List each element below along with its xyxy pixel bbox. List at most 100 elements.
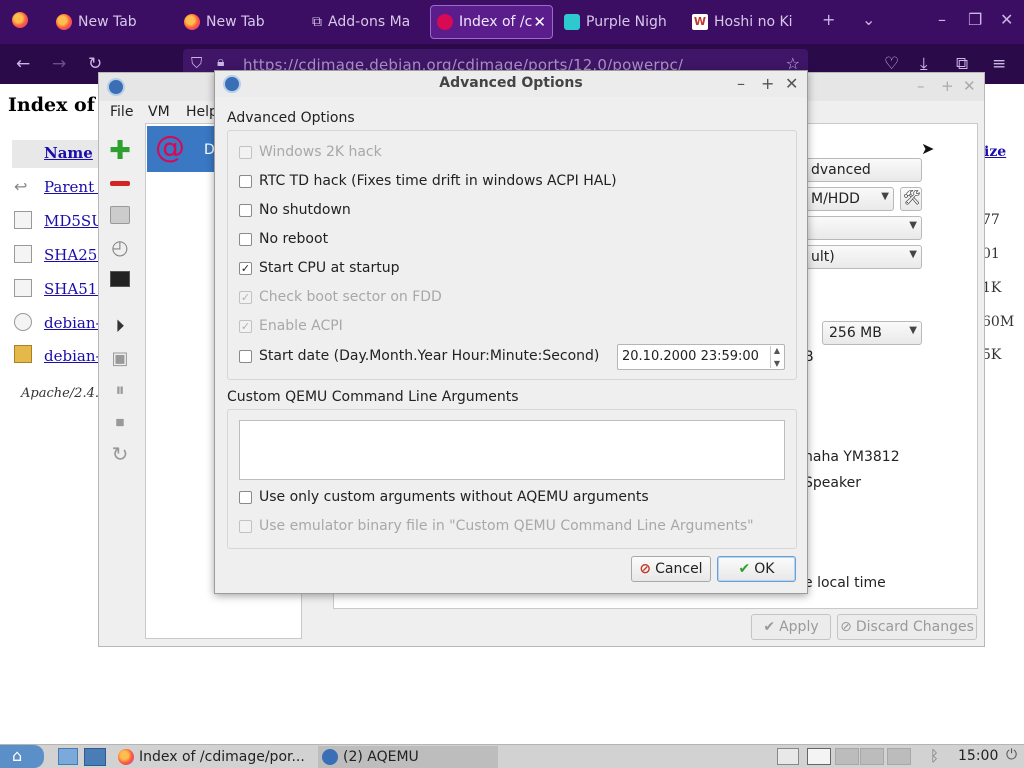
checkbox-box — [239, 349, 252, 363]
close-icon[interactable]: ✕ — [533, 13, 546, 31]
checkbox-box — [239, 203, 252, 217]
enable-acpi-checkbox[interactable]: ✓ Enable ACPI — [239, 317, 343, 335]
custom-args-textarea[interactable] — [239, 420, 785, 480]
desktop-icon[interactable] — [84, 748, 106, 766]
tab-list-chevron-icon[interactable]: ⌄ — [862, 10, 875, 29]
tab-new-tab-2[interactable]: New Tab — [184, 6, 284, 38]
name-column-link[interactable]: Name — [44, 144, 93, 162]
group-title: Custom QEMU Command Line Arguments — [227, 389, 519, 405]
add-vm-icon[interactable]: ✚ — [108, 136, 132, 166]
hdd-icon[interactable] — [108, 203, 132, 227]
minimize-icon[interactable]: – — [917, 77, 925, 95]
bluetooth-icon[interactable]: ᛒ — [930, 747, 939, 765]
spin-up-icon[interactable]: ▲ — [774, 346, 780, 355]
workspace-1[interactable] — [807, 748, 831, 765]
puzzle-icon: ⧉ — [312, 14, 322, 30]
cancel-icon: ⊘ — [639, 561, 652, 577]
advanced-options-dialog: Advanced Options – + ✕ Advanced Options … — [214, 70, 808, 594]
shield-icon[interactable]: ⛉ — [191, 54, 202, 72]
start-date-input[interactable]: 20.10.2000 23:59:00 ▲ ▼ — [617, 344, 785, 370]
discard-changes-button[interactable]: ⊘ Discard Changes — [837, 614, 977, 640]
tab-label: Index of /c — [459, 14, 533, 30]
boot-settings-button[interactable]: 🛠︎ — [900, 187, 922, 211]
clock-icon[interactable]: ◴ — [108, 235, 132, 259]
tab-hoshi[interactable]: W Hoshi no Ki — [692, 6, 796, 38]
pause-icon[interactable]: ⏸ — [108, 378, 132, 402]
reload-icon[interactable]: ↻ — [88, 54, 102, 74]
close-window-icon[interactable]: ✕ — [1000, 10, 1013, 29]
no-reboot-checkbox[interactable]: No reboot — [239, 230, 328, 248]
sound-card-label: naha YM3812 — [804, 449, 900, 465]
restore-icon[interactable]: ❐ — [968, 10, 982, 29]
firefox-view-icon[interactable] — [12, 12, 28, 28]
tab-index-of[interactable]: Index of /c ✕ — [430, 5, 553, 39]
menu-vm[interactable]: VM — [148, 104, 170, 120]
tab-label: Purple Nigh — [586, 14, 667, 30]
reset-icon[interactable]: ↻ — [108, 442, 132, 466]
checkmark-icon: ✓ — [239, 290, 252, 304]
play-icon[interactable]: ⏵ — [108, 314, 132, 338]
terminal-icon[interactable] — [108, 267, 132, 291]
tools-icon: 🛠︎ — [903, 190, 921, 206]
maximize-icon[interactable]: + — [761, 74, 774, 93]
forward-arrow-icon[interactable]: → — [52, 54, 66, 74]
use-only-custom-args-checkbox[interactable]: Use only custom arguments without AQEMU … — [239, 488, 649, 506]
size-column-link[interactable]: ize — [984, 144, 1006, 160]
boot-device-select[interactable]: M/HDD ▼ — [804, 187, 894, 211]
tab-add-ons[interactable]: ⧉ Add-ons Ma — [312, 6, 412, 38]
menu-file[interactable]: File — [110, 104, 133, 120]
workspace-2[interactable] — [835, 748, 859, 765]
mode-select[interactable]: ult) ▼ — [804, 245, 922, 269]
chevron-down-icon: ▼ — [909, 220, 917, 231]
lock-icon[interactable]: 🔒︎ — [217, 54, 224, 70]
back-folder-icon: ↩ — [14, 177, 28, 196]
start-cpu-checkbox[interactable]: ✓ Start CPU at startup — [239, 259, 399, 277]
windows-2k-hack-checkbox[interactable]: Windows 2K hack — [239, 143, 382, 161]
tab-label: Hoshi no Ki — [714, 14, 793, 30]
close-icon[interactable]: ✕ — [785, 74, 798, 93]
dir-link[interactable]: MD5SU — [44, 212, 104, 230]
hamburger-menu-icon[interactable]: ≡ — [992, 54, 1006, 74]
ram-size-select[interactable]: 256 MB ▼ — [822, 321, 922, 345]
date-spinner[interactable]: ▲ ▼ — [770, 346, 783, 368]
dialog-titlebar: Advanced Options – + ✕ — [215, 71, 807, 97]
cancel-button[interactable]: ⊘ Cancel — [631, 556, 711, 582]
sound-card-label: Speaker — [804, 475, 861, 491]
new-tab-plus-icon[interactable]: + — [822, 10, 835, 29]
start-menu-button[interactable]: ⌂ — [0, 745, 44, 768]
advanced-button[interactable]: dvanced — [804, 158, 922, 182]
close-icon[interactable]: ✕ — [963, 77, 976, 95]
task-firefox[interactable]: Index of /cdimage/por... — [118, 746, 314, 768]
tab-purple-night[interactable]: Purple Nigh — [564, 6, 676, 38]
minimize-icon[interactable]: – — [737, 74, 745, 93]
file-manager-icon[interactable] — [58, 748, 78, 765]
workspace-3[interactable] — [860, 748, 884, 765]
back-arrow-icon[interactable]: ← — [16, 54, 30, 74]
download-icon[interactable]: ⤓ — [920, 54, 928, 74]
tab-label: New Tab — [78, 14, 137, 30]
machine-select[interactable]: ▼ — [804, 216, 922, 240]
workspace-4[interactable] — [887, 748, 911, 765]
apply-button[interactable]: ✔ Apply — [751, 614, 831, 640]
chevron-down-icon: ▼ — [881, 191, 889, 202]
start-date-checkbox[interactable]: Start date (Day.Month.Year Hour:Minute:S… — [239, 347, 599, 365]
extensions-icon[interactable]: ⧉ — [956, 54, 968, 74]
checkbox-box — [239, 232, 252, 246]
check-boot-sector-checkbox[interactable]: ✓ Check boot sector on FDD — [239, 288, 442, 306]
use-emulator-binary-checkbox[interactable]: Use emulator binary file in "Custom QEMU… — [239, 517, 754, 535]
ok-button[interactable]: ✔ OK — [717, 556, 796, 582]
maximize-icon[interactable]: + — [941, 77, 954, 95]
minimize-icon[interactable]: – — [938, 10, 946, 29]
no-shutdown-checkbox[interactable]: No shutdown — [239, 201, 351, 219]
delete-vm-icon[interactable] — [108, 171, 132, 195]
spin-down-icon[interactable]: ▼ — [774, 359, 780, 368]
advanced-options-group — [227, 130, 797, 380]
save-icon[interactable]: ▣ — [108, 346, 132, 370]
rtc-td-hack-checkbox[interactable]: RTC TD hack (Fixes time drift in windows… — [239, 172, 617, 190]
task-aqemu[interactable]: (2) AQEMU — [318, 746, 498, 768]
tab-new-tab-1[interactable]: New Tab — [56, 6, 156, 38]
stop-icon[interactable]: ⏹ — [108, 410, 132, 434]
power-icon[interactable]: ⏻ — [1006, 747, 1017, 763]
window-list-icon[interactable] — [777, 748, 799, 765]
pocket-icon[interactable]: ♡ — [884, 54, 899, 74]
